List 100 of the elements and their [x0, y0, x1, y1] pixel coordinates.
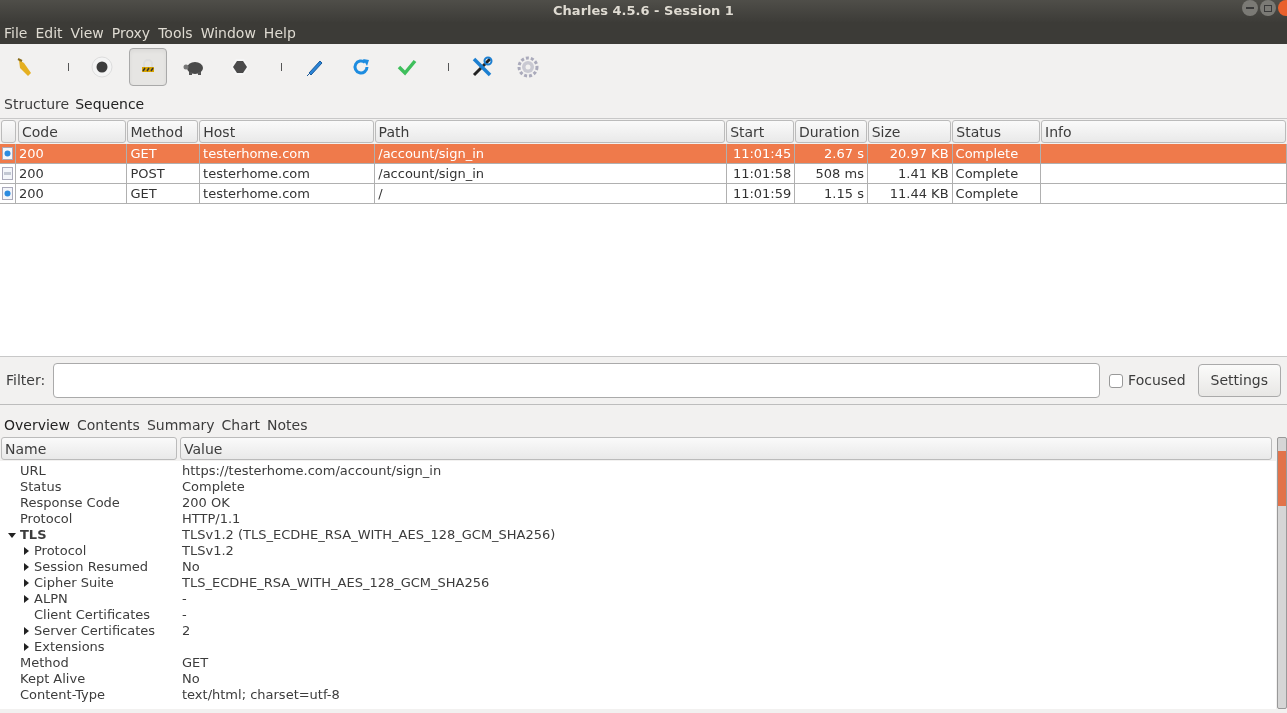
- property-value: -: [182, 607, 187, 623]
- property-name: URL: [20, 463, 46, 479]
- column-header[interactable]: Size: [867, 120, 952, 143]
- maximize-icon: [1264, 4, 1272, 12]
- property-name: Cipher Suite: [34, 575, 114, 591]
- table-cell: /account/sign_in: [375, 164, 727, 183]
- table-cell: 200: [15, 164, 128, 183]
- toolbar-separator: [68, 63, 69, 71]
- menu-item[interactable]: Proxy: [111, 22, 151, 44]
- column-header[interactable]: Method: [126, 120, 199, 143]
- table-cell: 2.67 s: [795, 144, 868, 163]
- table-row[interactable]: 200 POST testerhome.com /account/sign_in 11:01:58 508 ms 1.41 KB Complete: [0, 164, 1287, 184]
- document-icon: [1, 187, 13, 200]
- property-value: TLS_ECDHE_RSA_WITH_AES_128_GCM_SHA256: [182, 575, 490, 591]
- property-name: TLS: [20, 527, 47, 543]
- column-header[interactable]: Path: [374, 120, 726, 143]
- script-file-icon: [1, 167, 13, 180]
- property-name: ALPN: [34, 591, 68, 607]
- refresh-icon: [351, 57, 371, 77]
- property-name: Session Resumed: [34, 559, 149, 575]
- minimize-button[interactable]: [1242, 0, 1258, 16]
- toolbar-separator: [281, 63, 282, 71]
- table-cell: 200: [15, 184, 128, 203]
- expand-arrow-icon[interactable]: [23, 579, 29, 587]
- table-cell: Complete: [952, 164, 1042, 183]
- table-cell: 508 ms: [795, 164, 868, 183]
- expand-arrow-icon[interactable]: [23, 627, 29, 635]
- column-header[interactable]: Value: [180, 437, 1272, 460]
- turtle-icon: [183, 59, 205, 75]
- menu-item[interactable]: Tools: [158, 22, 193, 44]
- expand-arrow-icon[interactable]: [23, 563, 29, 571]
- table-cell: 20.97 KB: [867, 144, 953, 163]
- table-cell: 11.44 KB: [867, 184, 953, 203]
- record-icon: [91, 56, 113, 78]
- property-value: TLSv1.2: [182, 543, 234, 559]
- view-tab[interactable]: Sequence: [75, 93, 145, 115]
- table-cell: testerhome.com: [200, 164, 376, 183]
- scrollbar[interactable]: [1277, 437, 1287, 709]
- table-cell: 11:01:58: [726, 164, 796, 183]
- detail-tab[interactable]: Contents: [76, 415, 140, 436]
- column-header[interactable]: Host: [199, 120, 374, 143]
- close-button[interactable]: [1278, 0, 1287, 16]
- table-cell: 1.41 KB: [867, 164, 953, 183]
- column-header[interactable]: Code: [17, 120, 126, 143]
- table-cell: 11:01:45: [726, 144, 796, 163]
- property-name: Server Certificates: [34, 623, 156, 639]
- menu-item[interactable]: Help: [263, 22, 296, 44]
- table-cell: Complete: [952, 184, 1042, 203]
- property-name: Client Certificates: [34, 607, 151, 623]
- column-header[interactable]: Duration: [794, 120, 867, 143]
- minimize-icon: [1246, 7, 1254, 9]
- property-name: Protocol: [20, 511, 73, 527]
- detail-tab[interactable]: Summary: [146, 415, 215, 436]
- table-cell: /account/sign_in: [375, 144, 727, 163]
- property-name: Protocol: [34, 543, 87, 559]
- gear-icon: [517, 56, 539, 78]
- detail-tab[interactable]: Chart: [221, 415, 261, 436]
- property-value: TLSv1.2 (TLS_ECDHE_RSA_WITH_AES_128_GCM_SHA256): [182, 527, 556, 543]
- property-name: Status: [20, 479, 62, 495]
- column-header[interactable]: Name: [1, 437, 177, 460]
- expand-arrow-icon[interactable]: [23, 595, 29, 603]
- table-cell: GET: [127, 184, 201, 203]
- menu-item[interactable]: View: [70, 22, 104, 44]
- property-value: 2: [182, 623, 191, 639]
- table-cell: GET: [127, 144, 201, 163]
- tools-icon: [471, 56, 493, 78]
- table-cell: 1.15 s: [795, 184, 868, 203]
- maximize-button[interactable]: [1260, 0, 1276, 16]
- collapse-arrow-icon[interactable]: [8, 532, 16, 538]
- menu-item[interactable]: File: [4, 22, 28, 44]
- expand-arrow-icon[interactable]: [23, 643, 29, 651]
- table-cell: 11:01:59: [726, 184, 796, 203]
- detail-tab[interactable]: Overview: [4, 415, 70, 436]
- filter-field[interactable]: [53, 363, 1101, 398]
- table-cell: 200: [15, 144, 128, 163]
- property-value: -: [182, 591, 187, 607]
- property-name: Response Code: [20, 495, 120, 511]
- focused-label: Focused: [1128, 371, 1186, 390]
- column-header[interactable]: Start: [726, 120, 794, 143]
- property-value: No: [182, 671, 200, 687]
- expand-arrow-icon[interactable]: [23, 547, 29, 555]
- property-name: Method: [20, 655, 69, 671]
- property-value: https://testerhome.com/account/sign_in: [182, 463, 442, 479]
- menu-item[interactable]: Window: [200, 22, 256, 44]
- table-cell: testerhome.com: [200, 184, 376, 203]
- settings-button[interactable]: Settings: [1197, 364, 1281, 397]
- stop-icon: [230, 57, 250, 77]
- menu-item[interactable]: Edit: [35, 22, 63, 44]
- filter-label: Filter:: [6, 371, 46, 390]
- property-value: Complete: [182, 479, 245, 495]
- table-row[interactable]: 200 GET testerhome.com / 11:01:59 1.15 s 11.44 KB Complete: [0, 184, 1287, 204]
- table-cell: /: [375, 184, 727, 203]
- focused-checkbox[interactable]: [1109, 373, 1124, 388]
- property-name: Content-Type: [20, 687, 106, 703]
- detail-tab[interactable]: Notes: [267, 415, 308, 436]
- column-header[interactable]: Status: [952, 120, 1040, 143]
- view-tab[interactable]: Structure: [4, 93, 70, 115]
- window-title: Charles 4.5.6 - Session 1: [553, 2, 734, 21]
- property-value: 200 OK: [182, 495, 230, 511]
- column-header[interactable]: Info: [1041, 120, 1286, 143]
